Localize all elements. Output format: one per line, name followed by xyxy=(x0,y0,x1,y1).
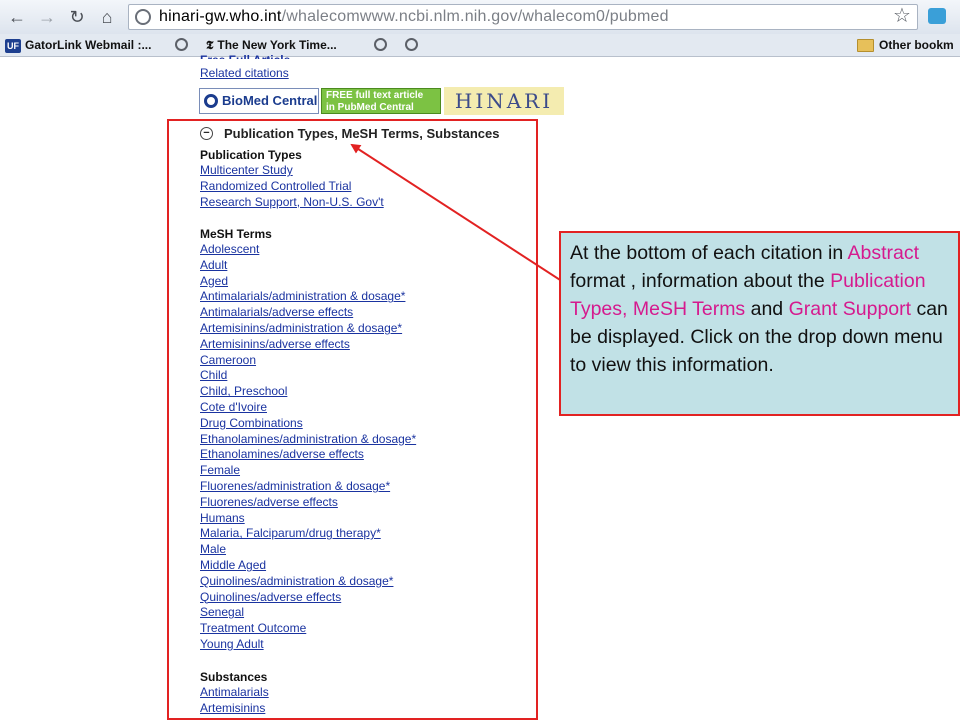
annotation-callout: At the bottom of each citation in Abstra… xyxy=(559,231,960,416)
callout-highlight-abstract: Abstract xyxy=(847,242,920,264)
callout-text: format , information about the xyxy=(570,270,831,292)
callout-text: and xyxy=(745,298,789,320)
callout-text: At the bottom of each citation in xyxy=(570,242,848,264)
callout-highlight-grant-support: Grant Support xyxy=(788,298,912,320)
